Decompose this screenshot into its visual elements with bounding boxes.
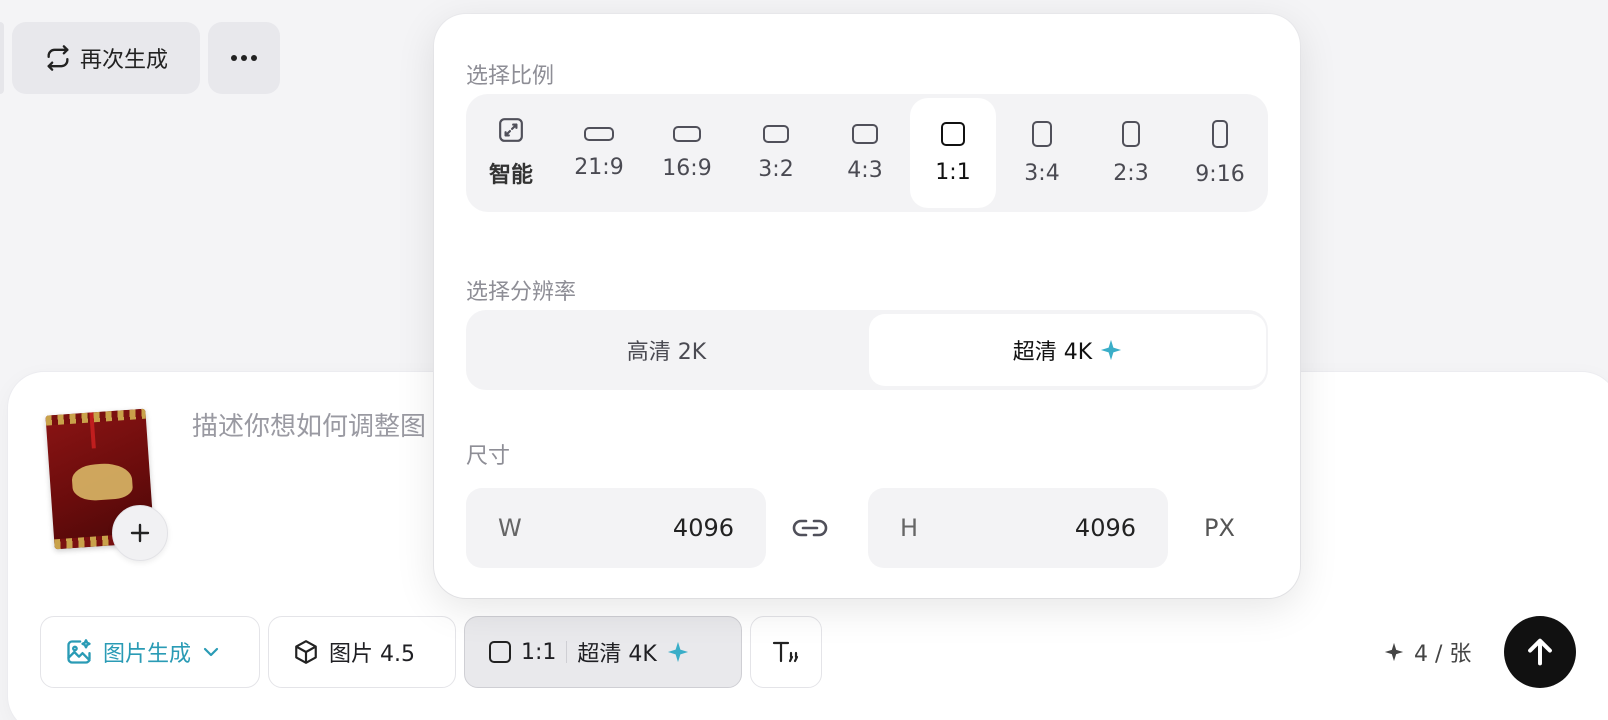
text-format-button[interactable] <box>750 616 822 688</box>
sparkle-icon <box>1100 339 1122 361</box>
mode-label: 图片生成 <box>103 642 192 667</box>
more-button[interactable] <box>208 22 280 94</box>
ratio-option-1-1[interactable]: 1:1 <box>910 98 996 208</box>
ratio-option-21-9[interactable]: 21:9 <box>556 98 642 208</box>
resolution-option-4k[interactable]: 超清 4K <box>869 314 1266 386</box>
model-selector[interactable]: 图片 4.5 <box>268 616 456 688</box>
ratio-4-3-icon <box>852 123 878 144</box>
image-generate-icon <box>65 638 93 666</box>
add-image-button[interactable] <box>112 505 168 561</box>
send-button[interactable] <box>1504 616 1576 688</box>
model-label: 图片 4.5 <box>329 642 415 667</box>
divider <box>566 641 568 663</box>
more-icon <box>230 54 258 62</box>
ratio-label: 2:3 <box>1113 160 1149 186</box>
ratio-16-9-icon <box>673 125 701 142</box>
ratio-label: 21:9 <box>574 154 624 180</box>
ratio-label: 智能 <box>488 163 533 188</box>
resolution-label: 高清 2K <box>626 340 707 365</box>
ratio-label: 4:3 <box>847 157 883 183</box>
ratio-label: 3:2 <box>758 156 794 182</box>
text-format-icon <box>771 638 801 666</box>
height-label: H <box>900 514 919 542</box>
thumbnail-horse-motif <box>71 461 134 502</box>
link-icon <box>791 516 829 540</box>
ratio-21-9-icon <box>584 126 614 141</box>
sparkle-icon <box>667 641 689 663</box>
ratio-9-16-icon <box>1212 119 1228 148</box>
resolution-option-2k[interactable]: 高清 2K <box>468 314 865 386</box>
current-ratio: 1:1 <box>521 639 557 665</box>
width-label: W <box>498 514 522 542</box>
square-ratio-icon <box>489 641 511 663</box>
ratio-label: 16:9 <box>662 155 712 181</box>
size-section-title: 尺寸 <box>466 444 511 469</box>
height-field[interactable]: H 4096 <box>868 488 1168 568</box>
ratio-option-2-3[interactable]: 2:3 <box>1088 98 1174 208</box>
ratio-option-16-9[interactable]: 16:9 <box>644 98 730 208</box>
auto-ratio-icon <box>498 117 524 143</box>
ratio-option-3-2[interactable]: 3:2 <box>733 98 819 208</box>
ratio-3-2-icon <box>763 124 789 143</box>
ratio-option-9-16[interactable]: 9:16 <box>1177 98 1263 208</box>
plus-icon <box>129 522 151 544</box>
ratio-option-smart[interactable]: 智能 <box>468 98 554 208</box>
ratio-label: 3:4 <box>1024 160 1060 186</box>
resolution-options: 高清 2K 超清 4K <box>466 310 1268 390</box>
ratio-label: 1:1 <box>935 159 971 185</box>
ratio-1-1-icon <box>941 121 965 146</box>
mode-selector[interactable]: 图片生成 <box>40 616 260 688</box>
credit-cost: 4 / 张 <box>1384 634 1471 670</box>
link-dimensions-button[interactable] <box>790 510 830 546</box>
resolution-section-title: 选择分辨率 <box>466 280 577 305</box>
refresh-icon <box>44 44 72 72</box>
ratio-2-3-icon <box>1122 120 1140 147</box>
regenerate-button[interactable]: 再次生成 <box>12 22 200 94</box>
ratio-options: 智能 21:9 16:9 3:2 4:3 1:1 3:4 2:3 9:16 <box>466 94 1268 212</box>
chevron-down-icon <box>201 642 221 662</box>
height-value[interactable]: 4096 <box>1075 514 1136 542</box>
previous-toolbar-button-edge[interactable] <box>0 22 4 94</box>
ratio-option-4-3[interactable]: 4:3 <box>822 98 908 208</box>
aspect-ratio-popover: 选择比例 智能 21:9 16:9 3:2 4:3 1:1 3:4 2:3 9:… <box>434 14 1300 598</box>
unit-label: PX <box>1204 514 1235 542</box>
arrow-up-icon <box>1523 635 1557 669</box>
ratio-label: 9:16 <box>1195 161 1245 187</box>
prompt-input[interactable]: 描述你想如何调整图 <box>192 406 452 443</box>
ratio-3-4-icon <box>1032 120 1052 147</box>
width-field[interactable]: W 4096 <box>466 488 766 568</box>
ratio-section-title: 选择比例 <box>466 64 555 89</box>
sparkle-icon <box>1384 642 1404 662</box>
cube-icon <box>293 639 319 665</box>
ratio-option-3-4[interactable]: 3:4 <box>999 98 1085 208</box>
regenerate-label: 再次生成 <box>79 48 168 73</box>
current-resolution: 超清 4K <box>577 642 657 667</box>
resolution-label: 超清 4K <box>1012 340 1093 365</box>
credit-label: 4 / 张 <box>1414 642 1472 667</box>
width-value[interactable]: 4096 <box>673 514 734 542</box>
ratio-resolution-selector[interactable]: 1:1 超清 4K <box>464 616 742 688</box>
